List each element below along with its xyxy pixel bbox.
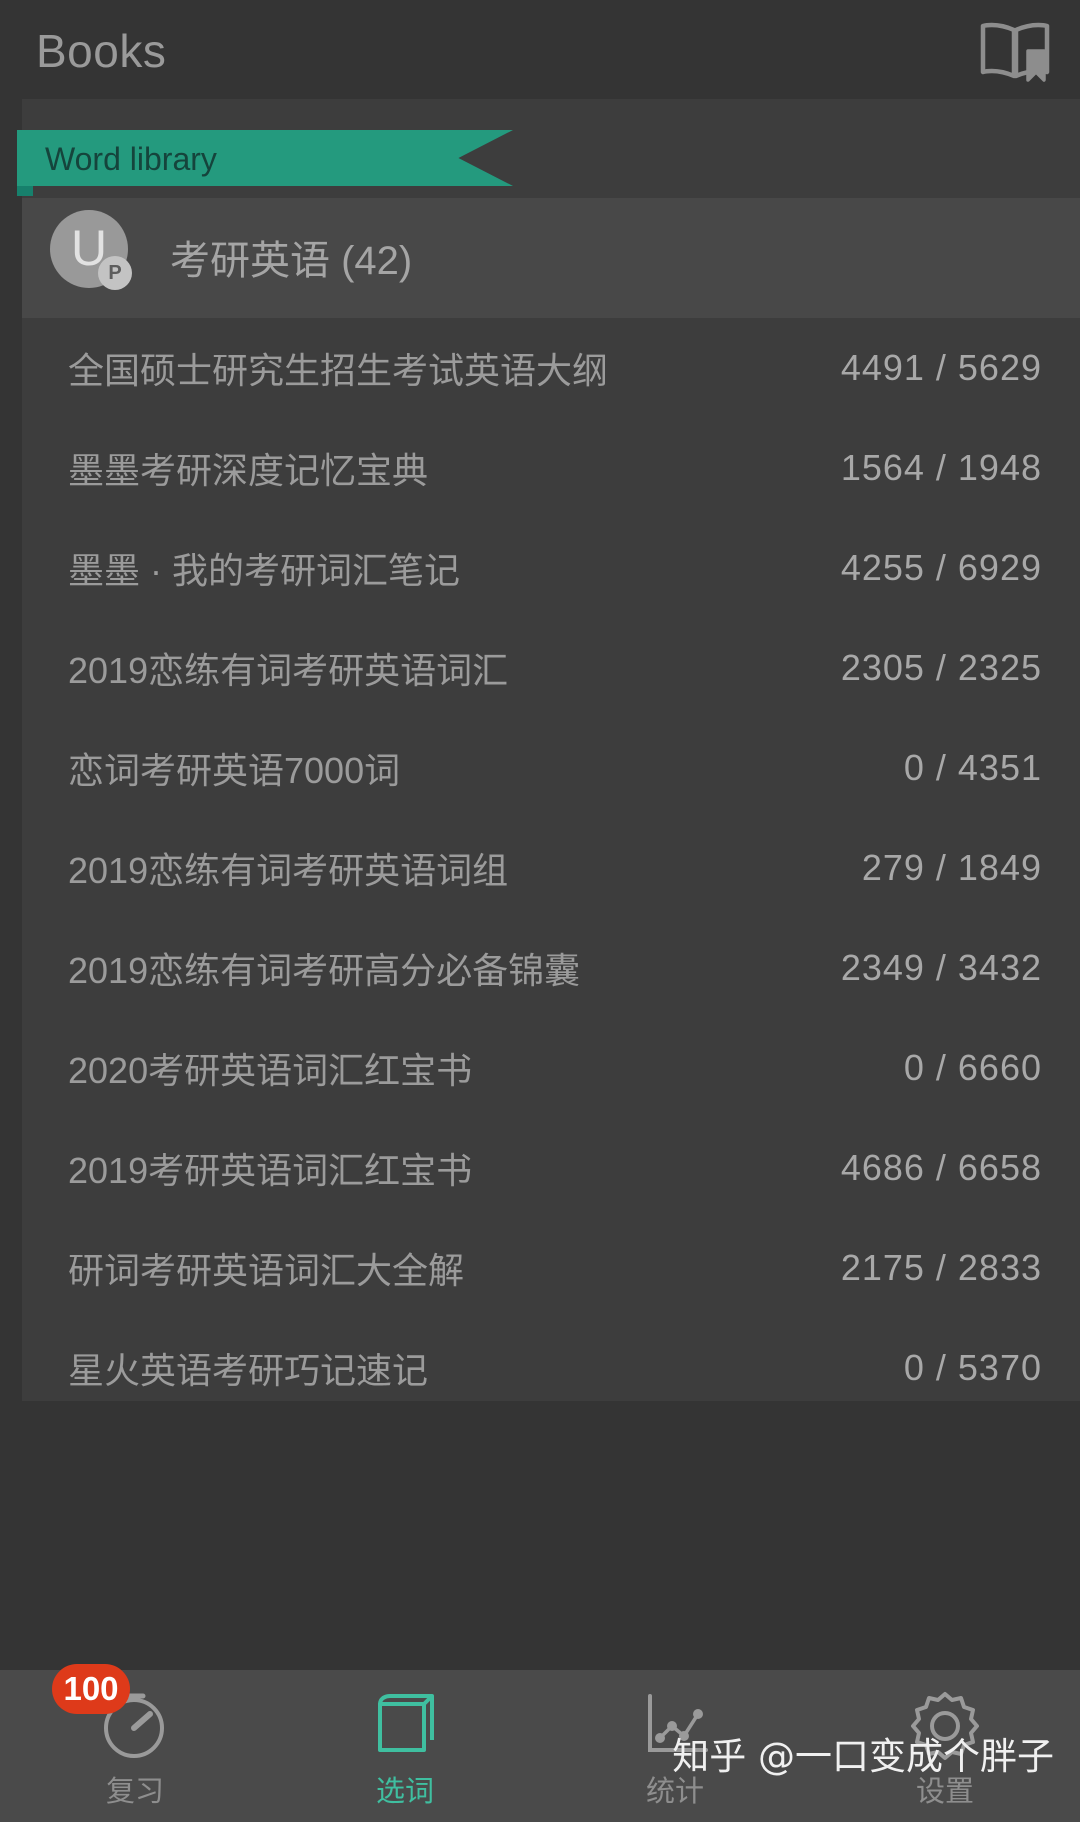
book-progress-count: 4255 / 6929 <box>840 547 1042 588</box>
book-row[interactable]: 星火英语考研巧记速记 0 / 5370 <box>22 1318 1080 1418</box>
watermark: 知乎 @一口变成个胖子 <box>672 1735 1054 1778</box>
book-progress-count: 4686 / 6658 <box>840 1147 1042 1188</box>
avatar-premium-badge: P <box>98 256 132 290</box>
book-progress-count: 4491 / 5629 <box>840 347 1042 388</box>
book-name: 全国硕士研究生招生考试英语大纲 <box>68 350 609 391</box>
page-title: Books <box>36 25 167 77</box>
book-progress-count: 0 / 4351 <box>903 747 1042 788</box>
book-name: 2019考研英语词汇红宝书 <box>68 1150 473 1191</box>
book-progress-count: 279 / 1849 <box>861 847 1042 888</box>
book-row[interactable]: 2019考研英语词汇红宝书 4686 / 6658 <box>22 1118 1080 1218</box>
app-screen: Books Word library U P 考研英语 (42) 全国硕士研究生… <box>0 0 1080 1822</box>
book-name: 2019恋练有词考研高分必备锦囊 <box>68 950 581 991</box>
review-count-badge: 100 <box>52 1664 130 1714</box>
book-row[interactable]: 2019恋练有词考研高分必备锦囊 2349 / 3432 <box>22 918 1080 1018</box>
book-row[interactable]: 2019恋练有词考研英语词组 279 / 1849 <box>22 818 1080 918</box>
book-group-header[interactable]: U P 考研英语 (42) <box>22 198 1080 318</box>
book-name: 墨墨 · 我的考研词汇笔记 <box>68 550 460 591</box>
book-name: 2020考研英语词汇红宝书 <box>68 1050 473 1091</box>
book-row[interactable]: 2020考研英语词汇红宝书 0 / 6660 <box>22 1018 1080 1118</box>
nav-label-review: 复习 <box>105 1776 164 1808</box>
nav-item-review[interactable]: 100 复习 <box>0 1664 270 1822</box>
book-progress-count: 0 / 6660 <box>903 1047 1042 1088</box>
book-progress-count: 2175 / 2833 <box>840 1247 1042 1288</box>
ribbon-label: Word library <box>45 141 217 177</box>
word-library-ribbon[interactable]: Word library <box>17 130 517 196</box>
book-icon <box>368 1688 442 1762</box>
book-row[interactable]: 墨墨考研深度记忆宝典 1564 / 1948 <box>22 418 1080 518</box>
open-book-bookmark-icon[interactable] <box>978 18 1052 84</box>
book-name: 墨墨考研深度记忆宝典 <box>68 450 429 491</box>
avatar: U P <box>50 210 132 290</box>
book-name: 恋词考研英语7000词 <box>68 750 401 791</box>
book-name: 星火英语考研巧记速记 <box>68 1350 429 1391</box>
book-row[interactable]: 研词考研英语词汇大全解 2175 / 2833 <box>22 1218 1080 1318</box>
book-row[interactable]: 恋词考研英语7000词 0 / 4351 <box>22 718 1080 818</box>
book-progress-count: 2349 / 3432 <box>840 947 1042 988</box>
book-row[interactable]: 全国硕士研究生招生考试英语大纲 4491 / 5629 <box>22 318 1080 418</box>
book-name: 2019恋练有词考研英语词汇 <box>68 650 509 691</box>
nav-label-wordbook: 选词 <box>375 1776 434 1808</box>
book-row[interactable]: 墨墨 · 我的考研词汇笔记 4255 / 6929 <box>22 518 1080 618</box>
book-name: 2019恋练有词考研英语词组 <box>68 850 509 891</box>
book-name: 研词考研英语词汇大全解 <box>68 1250 465 1291</box>
book-list[interactable]: 全国硕士研究生招生考试英语大纲 4491 / 5629 墨墨考研深度记忆宝典 1564… <box>22 318 1080 1401</box>
app-header: Books <box>0 0 1080 104</box>
book-progress-count: 1564 / 1948 <box>840 447 1042 488</box>
book-progress-count: 0 / 5370 <box>903 1347 1042 1388</box>
review-count-text: 100 <box>63 1670 119 1707</box>
book-group-title: 考研英语 (42) <box>170 239 413 283</box>
avatar-badge-letter: P <box>108 261 122 284</box>
book-progress-count: 2305 / 2325 <box>840 647 1042 688</box>
nav-item-wordbook[interactable]: 选词 <box>270 1670 540 1822</box>
book-row[interactable]: 2019恋练有词考研英语词汇 2305 / 2325 <box>22 618 1080 718</box>
